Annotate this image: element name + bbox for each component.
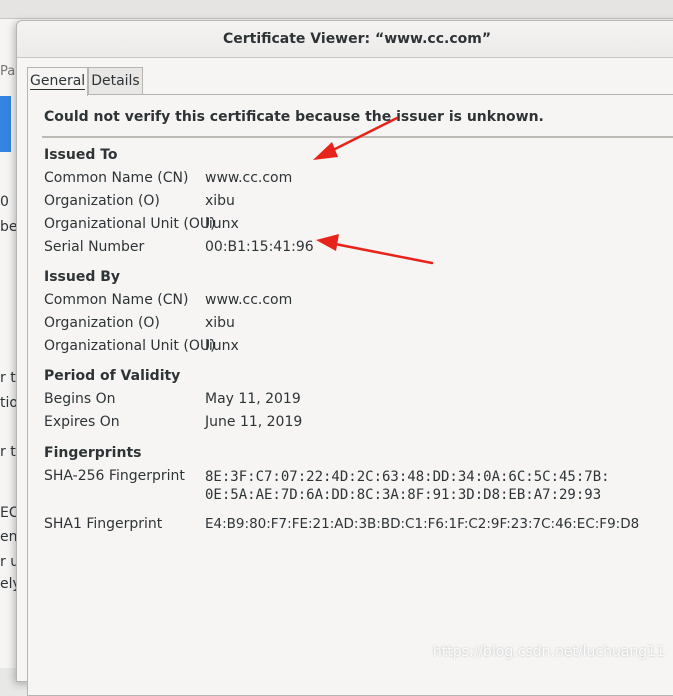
issued-to-title: Issued To: [44, 147, 118, 163]
tab-details-label: Details: [91, 73, 140, 89]
validity-title: Period of Validity: [44, 368, 181, 384]
sha1-value: E4:B9:80:F7:FE:21:AD:3B:BD:C1:F6:1F:C2:9…: [205, 516, 640, 532]
issued-by-ou-label: Organizational Unit (OU): [44, 338, 216, 354]
issued-to-o-label: Organization (O): [44, 193, 160, 209]
background-topbar: [0, 0, 673, 19]
issued-by-cn-value: www.cc.com: [205, 292, 293, 308]
serial-number-value: 00:B1:15:41:96: [205, 239, 314, 255]
begins-on-value: May 11, 2019: [205, 391, 301, 407]
tab-general[interactable]: General: [27, 67, 89, 96]
issued-by-o-label: Organization (O): [44, 315, 160, 331]
fingerprints-title: Fingerprints: [44, 445, 142, 461]
issued-to-cn-value: www.cc.com: [205, 170, 293, 186]
begins-on-label: Begins On: [44, 391, 116, 407]
issued-by-title: Issued By: [44, 269, 121, 285]
general-panel: Could not verify this certificate becaus…: [27, 94, 673, 696]
serial-number-label: Serial Number: [44, 239, 145, 255]
sha256-value-line2: 0E:5A:AE:7D:6A:DD:8C:3A:8F:91:3D:D8:EB:A…: [205, 487, 602, 503]
issued-to-o-value: xibu: [205, 193, 235, 209]
expires-on-value: June 11, 2019: [205, 414, 303, 430]
watermark: https://blog.csdn.net/luchuang11: [432, 644, 665, 660]
issued-to-ou-value: liunx: [205, 216, 239, 232]
issued-by-ou-value: liunx: [205, 338, 239, 354]
background-selected-item[interactable]: [0, 96, 11, 152]
issued-to-ou-label: Organizational Unit (OU): [44, 216, 216, 232]
certificate-viewer-dialog: Certificate Viewer: “www.cc.com” General…: [16, 20, 673, 696]
tab-details[interactable]: Details: [88, 67, 143, 94]
tab-bar: General Details: [27, 67, 143, 96]
separator: [42, 136, 673, 138]
issued-to-cn-label: Common Name (CN): [44, 170, 189, 186]
sha256-value-line1: 8E:3F:C7:07:22:4D:2C:63:48:DD:34:0A:6C:5…: [205, 469, 610, 485]
sha1-label: SHA1 Fingerprint: [44, 516, 163, 532]
dialog-title: Certificate Viewer: “www.cc.com”: [222, 31, 492, 47]
issued-by-o-value: xibu: [205, 315, 235, 331]
issued-by-cn-label: Common Name (CN): [44, 292, 189, 308]
verification-warning: Could not verify this certificate becaus…: [44, 109, 544, 125]
expires-on-label: Expires On: [44, 414, 120, 430]
tab-general-label: General: [30, 73, 86, 90]
dialog-titlebar[interactable]: Certificate Viewer: “www.cc.com”: [17, 21, 673, 58]
sha256-label: SHA-256 Fingerprint: [44, 468, 185, 484]
